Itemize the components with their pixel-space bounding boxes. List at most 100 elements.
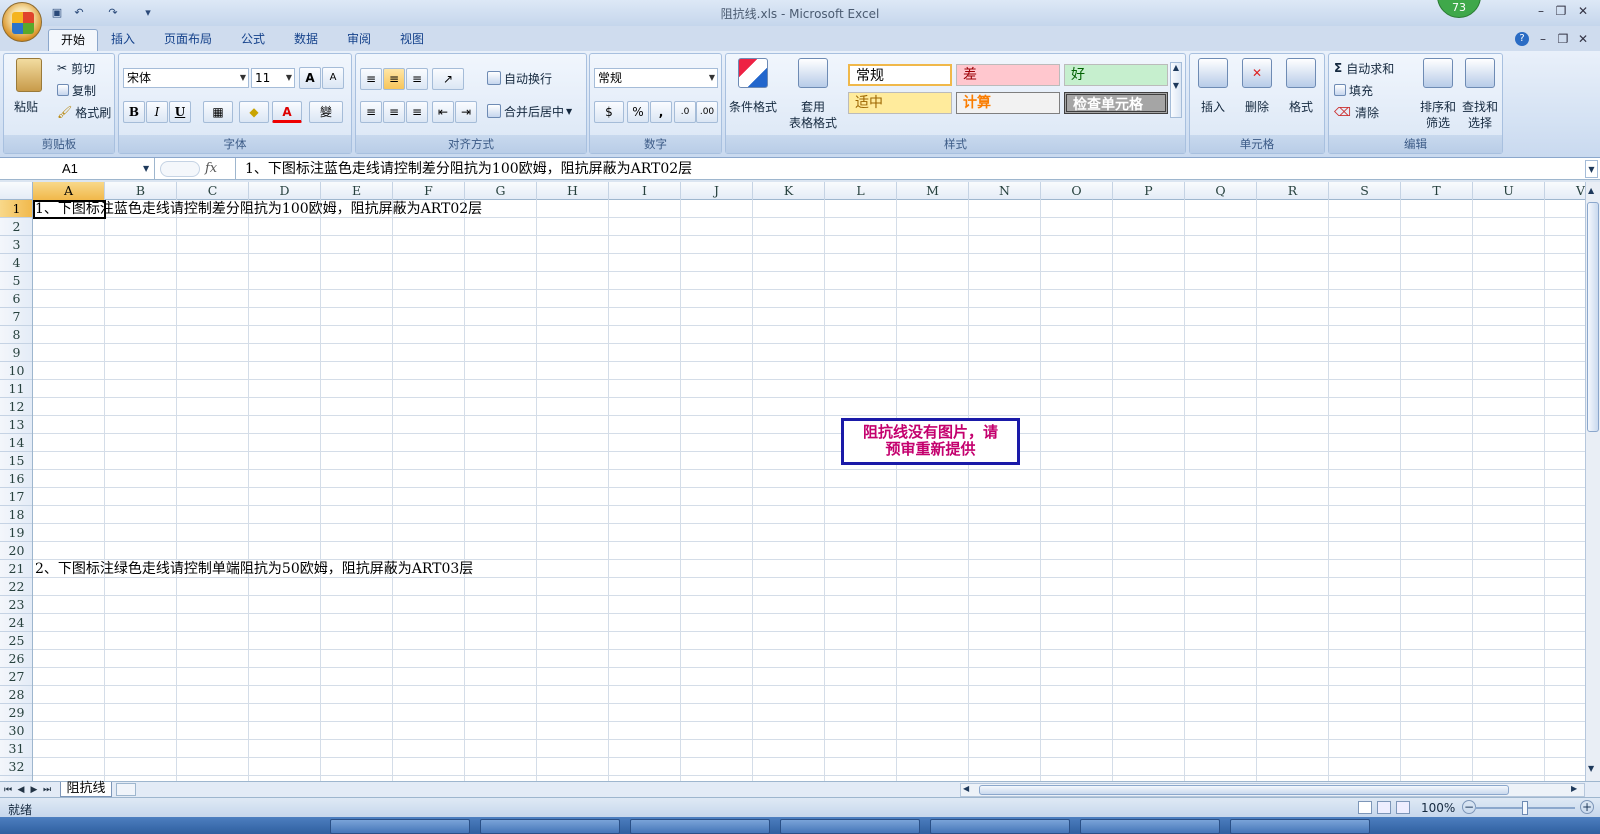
column-header-e[interactable]: E <box>321 182 393 200</box>
style-bad[interactable]: 差 <box>956 64 1060 86</box>
accounting-format-button[interactable]: $ <box>594 101 624 123</box>
name-box[interactable]: A1 <box>0 158 155 180</box>
doc-restore-icon[interactable]: ❐ <box>1554 31 1572 47</box>
zoom-slider[interactable] <box>1475 801 1575 815</box>
align-center-button[interactable]: ≡ <box>383 101 405 123</box>
phonetic-button[interactable]: 變 <box>309 101 343 123</box>
page-layout-view-icon[interactable] <box>1377 801 1391 814</box>
doc-minimize-icon[interactable]: – <box>1534 31 1552 47</box>
row-header-11[interactable]: 11 <box>0 380 32 398</box>
tab-formulas[interactable]: 公式 <box>229 29 277 51</box>
column-header-i[interactable]: I <box>609 182 681 200</box>
column-header-a[interactable]: A <box>33 182 105 200</box>
wrap-text-button[interactable]: 自动换行 <box>486 68 553 88</box>
row-header-29[interactable]: 29 <box>0 704 32 722</box>
worksheet-grid[interactable]: 1、下图标注蓝色走线请控制差分阻抗为100欧姆，阻抗屏蔽为ART02层 2、下图… <box>33 200 1585 781</box>
last-sheet-icon[interactable]: ⏭ <box>41 783 53 797</box>
shrink-font-button[interactable]: A <box>322 67 344 89</box>
column-header-b[interactable]: B <box>105 182 177 200</box>
align-bottom-button[interactable]: ≡ <box>406 68 428 90</box>
percent-button[interactable]: % <box>627 101 649 123</box>
help-icon[interactable]: ? <box>1515 32 1529 46</box>
clear-button[interactable]: ⌫ 清除 <box>1333 102 1380 122</box>
zoom-level[interactable]: 100% <box>1421 801 1455 815</box>
name-box-dropdown-icon[interactable]: ▼ <box>143 158 149 180</box>
row-header-5[interactable]: 5 <box>0 272 32 290</box>
normal-view-icon[interactable] <box>1358 801 1372 814</box>
prev-sheet-icon[interactable]: ◀ <box>15 783 27 797</box>
sort-filter-button[interactable]: 排序和 筛选 <box>1417 56 1459 134</box>
zoom-out-icon[interactable]: − <box>1462 800 1476 814</box>
row-header-21[interactable]: 21 <box>0 560 32 578</box>
taskbar-item[interactable] <box>480 819 620 834</box>
taskbar-item[interactable] <box>1080 819 1220 834</box>
comma-button[interactable]: , <box>650 101 672 123</box>
note-textbox[interactable]: 阻抗线没有图片，请 预审重新提供 <box>841 418 1020 465</box>
cell-a1[interactable]: 1、下图标注蓝色走线请控制差分阻抗为100欧姆，阻抗屏蔽为ART02层 <box>35 200 482 218</box>
column-header-r[interactable]: R <box>1257 182 1329 200</box>
font-color-button[interactable]: A <box>272 101 302 123</box>
row-header-6[interactable]: 6 <box>0 290 32 308</box>
fill-color-button[interactable]: ◆ <box>239 101 269 123</box>
tab-page-layout[interactable]: 页面布局 <box>152 29 224 51</box>
save-icon[interactable]: ▣ <box>48 4 66 21</box>
column-header-g[interactable]: G <box>465 182 537 200</box>
paste-button[interactable]: 粘贴 <box>8 56 50 128</box>
row-header-12[interactable]: 12 <box>0 398 32 416</box>
customize-qat-icon[interactable]: ▾ <box>142 4 154 21</box>
align-middle-button[interactable]: ≡ <box>383 68 405 90</box>
column-header-s[interactable]: S <box>1329 182 1401 200</box>
row-header-13[interactable]: 13 <box>0 416 32 434</box>
number-format-select[interactable]: 常规 ▼ <box>594 68 718 88</box>
next-sheet-icon[interactable]: ▶ <box>28 783 40 797</box>
borders-button[interactable]: ▦ <box>203 101 233 123</box>
first-sheet-icon[interactable]: ⏮ <box>2 783 14 797</box>
row-header-32[interactable]: 32 <box>0 758 32 776</box>
vertical-scroll-thumb[interactable] <box>1587 202 1599 432</box>
delete-cells-button[interactable]: ✕ 删除 <box>1236 56 1278 134</box>
scroll-down-icon[interactable]: ▼ <box>1588 764 1594 773</box>
font-size-select[interactable]: 11 ▼ <box>251 68 295 88</box>
format-as-table-button[interactable]: 套用 表格格式 <box>782 56 844 134</box>
row-header-18[interactable]: 18 <box>0 506 32 524</box>
increase-decimal-button[interactable]: .0 <box>674 101 696 123</box>
row-header-27[interactable]: 27 <box>0 668 32 686</box>
horizontal-scrollbar[interactable]: ◀ ▶ <box>960 783 1585 797</box>
vertical-scrollbar[interactable]: ▲ ▼ <box>1585 182 1600 781</box>
column-header-o[interactable]: O <box>1041 182 1113 200</box>
column-header-m[interactable]: M <box>897 182 969 200</box>
row-header-3[interactable]: 3 <box>0 236 32 254</box>
tab-review[interactable]: 审阅 <box>335 29 383 51</box>
horizontal-scroll-thumb[interactable] <box>979 785 1509 795</box>
row-header-28[interactable]: 28 <box>0 686 32 704</box>
underline-button[interactable]: U <box>169 101 191 123</box>
align-top-button[interactable]: ≡ <box>360 68 382 90</box>
minimize-icon[interactable]: – <box>1532 3 1550 19</box>
formula-input[interactable]: 1、下图标注蓝色走线请控制差分阻抗为100欧姆，阻抗屏蔽为ART02层 <box>245 158 692 180</box>
row-header-31[interactable]: 31 <box>0 740 32 758</box>
row-header-9[interactable]: 9 <box>0 344 32 362</box>
tab-home[interactable]: 开始 <box>48 29 99 51</box>
restore-icon[interactable]: ❐ <box>1552 3 1570 19</box>
expand-formula-bar-icon[interactable]: ▼ <box>1585 160 1598 178</box>
row-header-15[interactable]: 15 <box>0 452 32 470</box>
taskbar-item[interactable] <box>630 819 770 834</box>
row-header-17[interactable]: 17 <box>0 488 32 506</box>
column-header-q[interactable]: Q <box>1185 182 1257 200</box>
cut-button[interactable]: ✂ 剪切 <box>56 58 96 78</box>
column-header-l[interactable]: L <box>825 182 897 200</box>
taskbar-item[interactable] <box>930 819 1070 834</box>
column-header-p[interactable]: P <box>1113 182 1185 200</box>
sheet-tab-impedance[interactable]: 阻抗线 <box>60 782 112 797</box>
redo-icon[interactable]: ↷ <box>104 4 122 21</box>
font-name-select[interactable]: 宋体 ▼ <box>123 68 249 88</box>
find-select-button[interactable]: 查找和 选择 <box>1459 56 1501 134</box>
tab-view[interactable]: 视图 <box>388 29 436 51</box>
grow-font-button[interactable]: A <box>299 67 321 89</box>
row-header-22[interactable]: 22 <box>0 578 32 596</box>
office-button[interactable] <box>2 2 42 42</box>
zoom-in-icon[interactable]: + <box>1580 800 1594 814</box>
column-header-f[interactable]: F <box>393 182 465 200</box>
styles-gallery-scroll[interactable]: ▲ ▼ <box>1170 62 1182 118</box>
style-good[interactable]: 好 <box>1064 64 1168 86</box>
